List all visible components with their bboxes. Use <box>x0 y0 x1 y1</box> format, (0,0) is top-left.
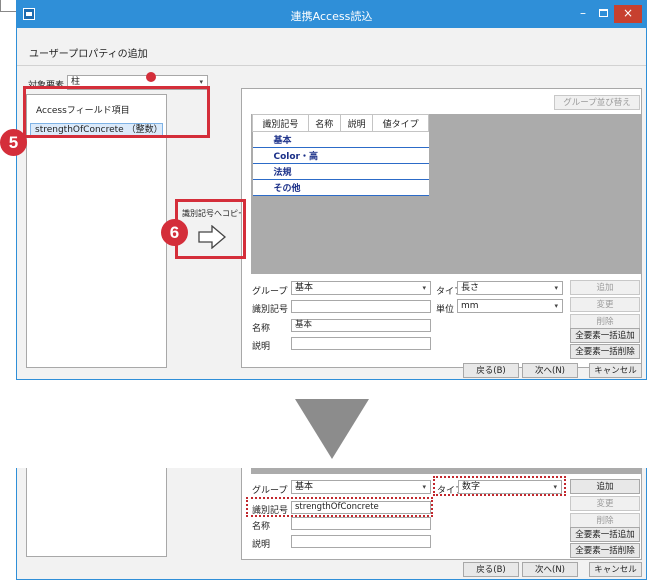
maximize-button[interactable] <box>594 5 612 23</box>
after-next-button[interactable]: 次へ(N) <box>522 562 578 577</box>
after-group-label: グループ <box>252 486 288 496</box>
after-state-crop: グループ 基本 ▾ タイプ 数字 ▾ 識別記号 strengthOfConcre… <box>16 468 647 580</box>
group-label: グループ <box>252 287 288 297</box>
group-row-color[interactable]: Color・高 <box>252 147 429 164</box>
after-desc-label: 説明 <box>252 540 271 550</box>
add-button[interactable]: 追加 <box>570 280 640 295</box>
name-input[interactable]: 基本 <box>291 319 431 332</box>
group-select-value: 基本 <box>295 283 314 293</box>
group-reorder-button[interactable]: グループ並び替え <box>554 95 640 110</box>
id-input[interactable] <box>291 300 431 313</box>
back-button[interactable]: 戻る(B) <box>463 363 519 378</box>
close-button[interactable]: × <box>614 5 642 23</box>
after-add-all-button[interactable]: 全要素一括追加 <box>570 527 640 542</box>
step-badge-5: 5 <box>0 129 27 156</box>
unit-label: 単位 <box>436 305 455 315</box>
group-row-other[interactable]: その他 <box>252 179 429 196</box>
chevron-down-icon: ▾ <box>422 284 426 292</box>
chevron-down-icon: ▾ <box>422 483 426 491</box>
after-delete-all-button[interactable]: 全要素一括削除 <box>570 543 640 558</box>
highlight-frame-5 <box>23 86 210 138</box>
after-back-button[interactable]: 戻る(B) <box>463 562 519 577</box>
desc-label: 説明 <box>252 342 271 352</box>
highlight-id-field <box>246 497 433 517</box>
divider <box>17 65 646 66</box>
delete-all-button[interactable]: 全要素一括削除 <box>570 344 640 359</box>
column-header-type: 値タイプ <box>372 114 429 132</box>
window-title: 連携Access読込 <box>290 10 373 23</box>
desc-input[interactable] <box>291 337 431 350</box>
column-header-desc: 説明 <box>339 114 374 132</box>
cancel-button[interactable]: キャンセル <box>589 363 642 378</box>
id-label: 識別記号 <box>252 305 289 315</box>
delete-button[interactable]: 削除 <box>570 314 640 329</box>
after-cancel-button[interactable]: キャンセル <box>589 562 642 577</box>
access-field-list-crop <box>26 468 167 557</box>
property-table: 識別記号 名称 説明 値タイプ 基本 Color・高 法規 その他 <box>252 114 429 196</box>
add-all-button[interactable]: 全要素一括追加 <box>570 328 640 343</box>
column-header-name: 名称 <box>307 114 341 132</box>
title-bar: 連携Access読込 – × <box>17 1 646 28</box>
group-row-basic[interactable]: 基本 <box>252 131 429 148</box>
chevron-down-icon: ▾ <box>554 284 558 292</box>
unit-select-value: mm <box>461 301 479 311</box>
minimize-button[interactable]: – <box>574 5 592 23</box>
after-name-input[interactable] <box>291 517 431 530</box>
down-arrow-icon <box>295 399 369 459</box>
after-group-value: 基本 <box>295 482 314 492</box>
after-add-button[interactable]: 追加 <box>570 479 640 494</box>
page-title: ユーザープロパティの追加 <box>29 49 148 60</box>
change-button[interactable]: 変更 <box>570 297 640 312</box>
after-delete-button[interactable]: 削除 <box>570 513 640 528</box>
property-grid-crop <box>251 468 641 474</box>
type-select-value: 長さ <box>461 283 480 293</box>
unit-select[interactable]: mm ▾ <box>457 299 563 313</box>
dialog-window: 連携Access読込 – × ユーザープロパティの追加 対象要素 柱 ▾ Acc… <box>16 0 647 380</box>
group-select[interactable]: 基本 ▾ <box>291 281 431 295</box>
group-row-law[interactable]: 法規 <box>252 163 429 180</box>
highlight-dot <box>146 72 156 82</box>
name-label: 名称 <box>252 324 271 334</box>
after-name-label: 名称 <box>252 522 271 532</box>
highlight-type-field <box>433 476 566 496</box>
chevron-down-icon: ▾ <box>554 302 558 310</box>
column-header-id: 識別記号 <box>252 114 309 132</box>
type-select[interactable]: 長さ ▾ <box>457 281 563 295</box>
next-button[interactable]: 次へ(N) <box>522 363 578 378</box>
after-group-select[interactable]: 基本 ▾ <box>291 480 431 494</box>
after-desc-input[interactable] <box>291 535 431 548</box>
step-badge-6: 6 <box>161 219 188 246</box>
after-change-button[interactable]: 変更 <box>570 496 640 511</box>
